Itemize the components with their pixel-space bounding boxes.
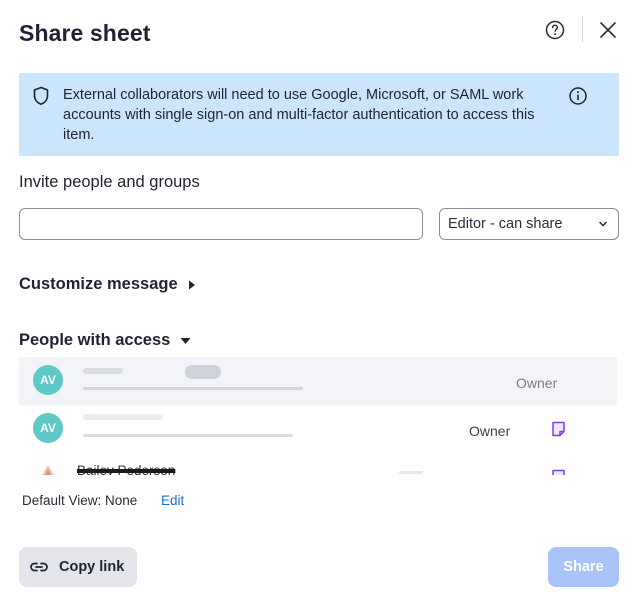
header-divider: [582, 16, 583, 42]
chevron-down-icon: [599, 221, 607, 227]
people-with-access-label: People with access: [19, 331, 171, 349]
access-name: Bailey Pederson: [77, 463, 176, 475]
access-row[interactable]: Bailey Pederson: [19, 455, 617, 475]
avatar: AV: [33, 365, 63, 395]
access-role: Owner: [516, 375, 558, 391]
note-icon[interactable]: [551, 421, 566, 437]
people-access-list: AV Owner AV Owner Bailey Pederson: [19, 357, 617, 475]
default-view-edit-link[interactable]: Edit: [161, 493, 184, 508]
invite-label: Invite people and groups: [19, 173, 200, 191]
link-icon: [30, 562, 48, 572]
access-row[interactable]: AV Owner: [19, 406, 617, 454]
note-icon[interactable]: [551, 469, 566, 475]
redacted-email: [83, 434, 293, 437]
info-circle-icon[interactable]: [568, 86, 588, 106]
customize-message-label: Customize message: [19, 275, 178, 293]
caret-down-icon: [180, 337, 191, 344]
invite-role-value: Editor - can share: [448, 216, 563, 232]
redacted-badge: [185, 365, 221, 379]
shield-icon: [33, 86, 49, 106]
access-role: Owner: [469, 423, 511, 439]
avatar: [42, 465, 54, 475]
external-collaborators-banner: External collaborators will need to use …: [19, 73, 619, 156]
redacted-role: [399, 471, 423, 474]
customize-message-toggle[interactable]: Customize message: [19, 275, 196, 294]
redacted-name: [83, 368, 123, 374]
help-button[interactable]: [543, 18, 567, 42]
help-circle-icon: [545, 20, 565, 40]
copy-link-label: Copy link: [59, 559, 125, 575]
redacted-email: [83, 387, 303, 390]
dialog-title: Share sheet: [19, 20, 151, 46]
caret-right-icon: [188, 280, 195, 289]
close-icon: [600, 22, 616, 38]
avatar: AV: [33, 413, 63, 443]
access-row[interactable]: AV Owner: [19, 357, 617, 405]
copy-link-button[interactable]: Copy link: [19, 547, 137, 587]
invite-people-input[interactable]: [19, 208, 423, 240]
banner-message: External collaborators will need to use …: [63, 87, 535, 143]
share-button[interactable]: Share: [548, 547, 619, 587]
invite-role-select[interactable]: Editor - can share: [439, 208, 619, 240]
redacted-name: [83, 414, 163, 420]
default-view-text: Default View: None: [22, 493, 138, 508]
close-button[interactable]: [596, 18, 620, 42]
people-with-access-toggle[interactable]: People with access: [19, 331, 191, 350]
